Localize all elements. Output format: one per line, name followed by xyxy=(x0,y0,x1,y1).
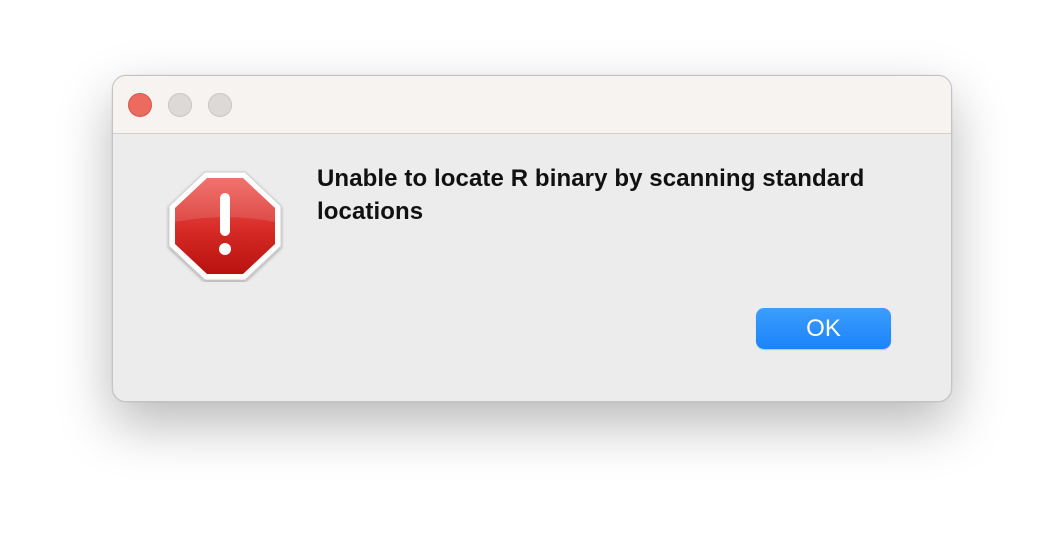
ok-button[interactable]: OK xyxy=(756,308,891,349)
close-window-button[interactable] xyxy=(128,93,152,117)
minimize-window-button[interactable] xyxy=(168,93,192,117)
title-bar xyxy=(113,76,951,134)
alert-message: Unable to locate R binary by scanning st… xyxy=(317,165,865,225)
alert-dialog: Unable to locate R binary by scanning st… xyxy=(112,75,952,402)
zoom-window-button[interactable] xyxy=(208,93,232,117)
stop-alert-icon xyxy=(165,170,285,282)
